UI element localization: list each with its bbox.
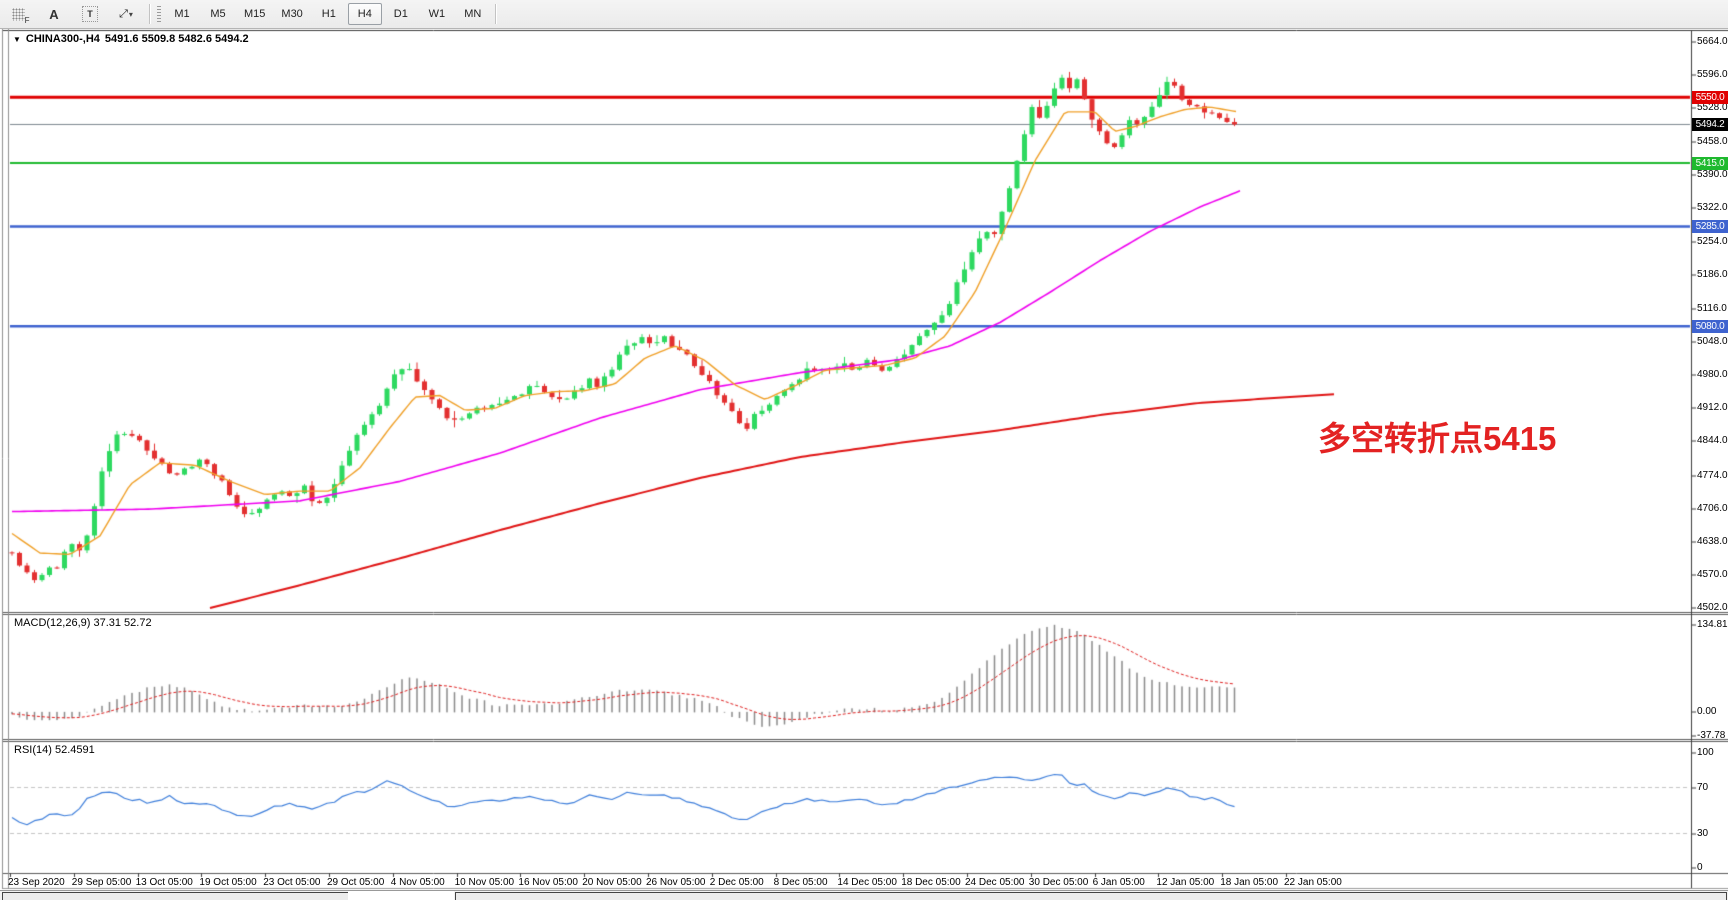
toolbar-grip xyxy=(157,6,161,22)
timeframe-button-m5[interactable]: M5 xyxy=(201,3,235,25)
date-tick-label: 14 Dec 05:00 xyxy=(837,877,897,888)
price-tick-label: 5596.0 xyxy=(1697,69,1728,80)
timeframe-button-h4[interactable]: H4 xyxy=(348,3,382,25)
timeframe-toolbar: M1M5M15M30H1H4D1W1MN xyxy=(165,3,490,25)
price-tick-label: 4912.0 xyxy=(1697,402,1728,413)
dropdown-caret-icon: ▾ xyxy=(129,10,133,19)
price-badge: 5080.0 xyxy=(1692,320,1728,333)
scrollbar-segment-right[interactable] xyxy=(455,892,1727,900)
timeframe-button-w1[interactable]: W1 xyxy=(420,3,454,25)
timeframe-button-d1[interactable]: D1 xyxy=(384,3,418,25)
timeframe-button-m1[interactable]: M1 xyxy=(165,3,199,25)
price-tick-label: 5664.0 xyxy=(1697,36,1728,47)
rsi-tick-label: 70 xyxy=(1697,782,1708,793)
date-tick-label: 29 Sep 05:00 xyxy=(72,877,132,888)
price-tick-label: 5390.0 xyxy=(1697,169,1728,180)
price-tick-label: 4980.0 xyxy=(1697,369,1728,380)
date-tick-label: 23 Oct 05:00 xyxy=(263,877,320,888)
date-tick-label: 4 Nov 05:00 xyxy=(391,877,445,888)
macd-tick-label: 134.81 xyxy=(1697,619,1728,630)
price-tick-label: 5458.0 xyxy=(1697,136,1728,147)
timeframe-button-m30[interactable]: M30 xyxy=(274,3,309,25)
arrows-tool-icon[interactable]: ⤢ ▾ xyxy=(108,2,144,26)
price-tick-label: 5048.0 xyxy=(1697,336,1728,347)
date-tick-label: 12 Jan 05:00 xyxy=(1156,877,1214,888)
chart-text-annotation[interactable]: 多空转折点5415 xyxy=(1318,412,1556,460)
price-tick-label: 5322.0 xyxy=(1697,202,1728,213)
date-tick-label: 24 Dec 05:00 xyxy=(965,877,1025,888)
chart-title: ▼ CHINA300-,H4 5491.6 5509.8 5482.6 5494… xyxy=(13,33,249,45)
rsi-indicator-label: RSI(14) 52.4591 xyxy=(14,744,95,756)
ohlc-values: 5491.6 5509.8 5482.6 5494.2 xyxy=(105,33,249,45)
date-tick-label: 6 Jan 05:00 xyxy=(1093,877,1145,888)
date-tick-label: 16 Nov 05:00 xyxy=(518,877,578,888)
price-badge: 5550.0 xyxy=(1692,91,1728,104)
horizontal-scrollbar[interactable] xyxy=(0,890,1728,900)
price-tick-label: 5186.0 xyxy=(1697,269,1728,280)
mt4-window: F A T ⤢ ▾ M1M5M15M30H1H4D1W1MN ▼ CHINA30… xyxy=(0,0,1728,900)
price-tick-label: 4774.0 xyxy=(1697,470,1728,481)
date-tick-label: 18 Dec 05:00 xyxy=(901,877,961,888)
scrollbar-segment-left[interactable] xyxy=(2,892,349,900)
date-tick-label: 18 Jan 05:00 xyxy=(1220,877,1278,888)
date-tick-label: 2 Dec 05:00 xyxy=(710,877,764,888)
macd-tick-label: -37.78 xyxy=(1697,730,1725,741)
date-tick-label: 8 Dec 05:00 xyxy=(774,877,828,888)
price-tick-label: 4570.0 xyxy=(1697,569,1728,580)
timeframe-button-h1[interactable]: H1 xyxy=(312,3,346,25)
macd-tick-label: 0.00 xyxy=(1697,706,1716,717)
date-tick-label: 23 Sep 2020 xyxy=(8,877,65,888)
price-tick-label: 4844.0 xyxy=(1697,435,1728,446)
text-label-icon[interactable]: T xyxy=(72,2,108,26)
symbol-period-label: CHINA300-,H4 xyxy=(26,33,100,45)
date-tick-label: 22 Jan 05:00 xyxy=(1284,877,1342,888)
date-tick-label: 19 Oct 05:00 xyxy=(199,877,256,888)
toolbar-separator xyxy=(149,4,151,24)
rsi-tick-label: 100 xyxy=(1697,747,1714,758)
scrollbar-thumb[interactable] xyxy=(348,891,454,900)
arrows-icon: ⤢ xyxy=(119,8,128,21)
timeframe-button-m15[interactable]: M15 xyxy=(237,3,272,25)
price-tick-label: 4706.0 xyxy=(1697,503,1728,514)
date-tick-label: 30 Dec 05:00 xyxy=(1029,877,1089,888)
cursor-a-icon[interactable]: A xyxy=(36,2,72,26)
timeframe-button-mn[interactable]: MN xyxy=(456,3,490,25)
price-tick-label: 5254.0 xyxy=(1697,236,1728,247)
date-tick-label: 10 Nov 05:00 xyxy=(455,877,515,888)
price-tick-label: 4502.0 xyxy=(1697,602,1728,613)
price-badge: 5494.2 xyxy=(1692,118,1728,131)
price-tick-label: 5116.0 xyxy=(1697,303,1727,314)
grid-f-icon[interactable]: F xyxy=(0,2,36,26)
toolbar-separator xyxy=(495,4,497,24)
macd-indicator-label: MACD(12,26,9) 37.31 52.72 xyxy=(14,617,152,629)
rsi-tick-label: 0 xyxy=(1697,862,1703,873)
price-tick-label: 4638.0 xyxy=(1697,536,1728,547)
symbol-dropdown-icon[interactable]: ▼ xyxy=(13,35,21,44)
date-tick-label: 13 Oct 05:00 xyxy=(136,877,193,888)
date-tick-label: 26 Nov 05:00 xyxy=(646,877,706,888)
toolbar: F A T ⤢ ▾ M1M5M15M30H1H4D1W1MN xyxy=(0,0,1728,29)
date-tick-label: 29 Oct 05:00 xyxy=(327,877,384,888)
date-tick-label: 20 Nov 05:00 xyxy=(582,877,642,888)
price-badge: 5285.0 xyxy=(1692,220,1728,233)
rsi-tick-label: 30 xyxy=(1697,828,1708,839)
price-badge: 5415.0 xyxy=(1692,157,1728,170)
